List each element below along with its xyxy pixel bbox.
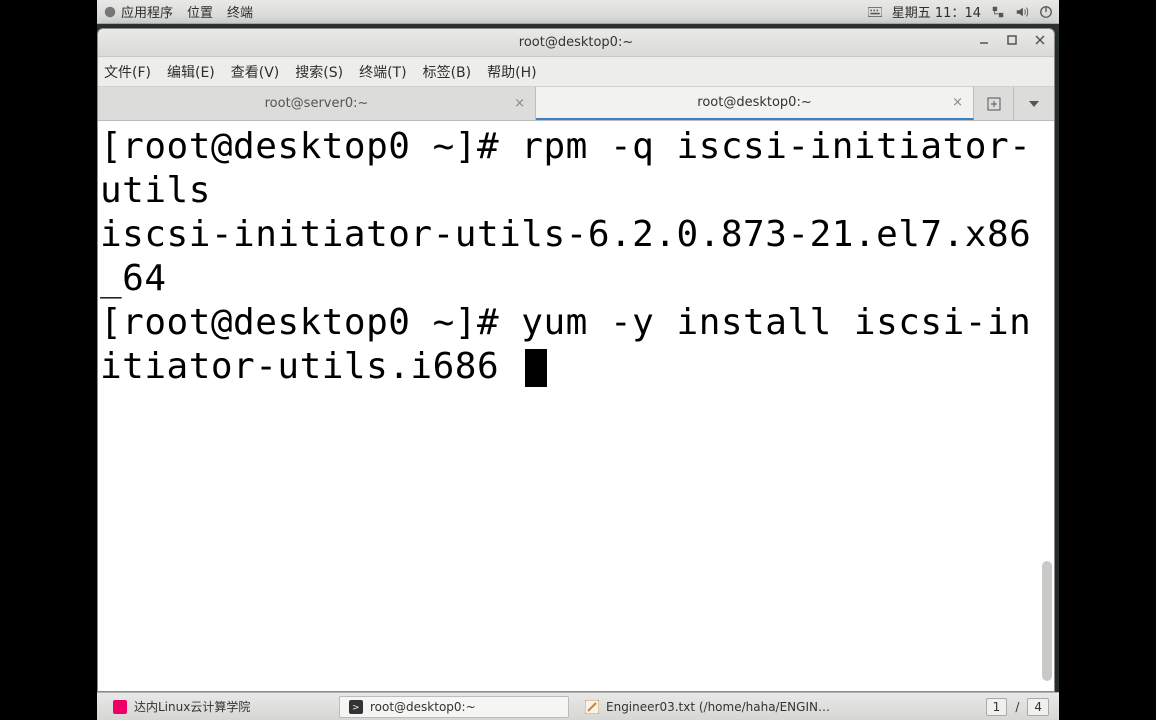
workspace-pager[interactable]: 1 / 4 [986,698,1053,716]
terminal-line: [root@desktop0 ~]# rpm -q iscsi-initiato… [100,125,1052,213]
menu-search[interactable]: 搜索(S) [295,62,343,82]
tab-dropdown-button[interactable] [1014,87,1054,120]
scrollbar-thumb[interactable] [1042,561,1052,681]
window-title: root@desktop0:~ [519,35,633,50]
bottom-taskbar: 达内Linux云计算学院 > root@desktop0:~ Engineer0… [97,692,1059,720]
power-icon[interactable] [1039,5,1053,19]
maximize-button[interactable] [1004,32,1020,48]
keyboard-icon[interactable] [868,5,882,19]
terminal-line: iscsi-initiator-utils-6.2.0.873-21.el7.x… [100,213,1052,301]
menu-edit[interactable]: 编辑(E) [167,62,215,82]
tab-close-icon[interactable]: × [514,96,525,111]
menu-file[interactable]: 文件(F) [104,62,151,82]
taskbar-item-label: Engineer03.txt (/home/haha/ENGIN… [606,700,830,714]
svg-text:>: > [352,703,360,713]
terminal-cursor [525,349,547,387]
text-editor-icon [584,699,600,715]
gnome-foot-icon [103,5,117,19]
tab-close-icon[interactable]: × [952,95,963,110]
terminal-icon: > [348,699,364,715]
places-menu[interactable]: 位置 [187,2,213,21]
volume-icon[interactable] [1015,5,1029,19]
tab-server0[interactable]: root@server0:~ × [98,87,536,120]
menubar: 文件(F) 编辑(E) 查看(V) 搜索(S) 终端(T) 标签(B) 帮助(H… [98,57,1054,87]
taskbar-item[interactable]: > root@desktop0:~ [339,696,569,718]
pager-total[interactable]: 4 [1027,698,1049,716]
taskbar-item[interactable]: Engineer03.txt (/home/haha/ENGIN… [575,696,839,718]
terminal-content[interactable]: [root@desktop0 ~]# rpm -q iscsi-initiato… [98,121,1054,691]
pager-current[interactable]: 1 [986,698,1008,716]
tab-label: root@desktop0:~ [697,95,811,110]
tab-desktop0[interactable]: root@desktop0:~ × [536,87,974,120]
taskbar-item-label: root@desktop0:~ [370,700,476,714]
tabbar: root@server0:~ × root@desktop0:~ × [98,87,1054,121]
tab-label: root@server0:~ [265,96,369,111]
menu-help[interactable]: 帮助(H) [487,62,536,82]
clock-label[interactable]: 星期五 11：14 [892,2,981,21]
top-panel: 应用程序 位置 终端 星期五 11：14 [97,0,1059,24]
terminal-line: [root@desktop0 ~]# yum -y install iscsi-… [100,301,1052,389]
minimize-button[interactable] [976,32,992,48]
vertical-scrollbar[interactable] [1042,131,1052,681]
taskbar-item[interactable]: 达内Linux云计算学院 [103,696,333,718]
terminal-window: root@desktop0:~ 文件(F) 编辑(E) 查看(V) 搜索(S) … [97,28,1055,692]
places-label: 位置 [187,2,213,21]
app-icon [112,699,128,715]
network-icon[interactable] [991,5,1005,19]
close-button[interactable] [1032,32,1048,48]
menu-terminal[interactable]: 终端(T) [359,62,406,82]
taskbar-item-label: 达内Linux云计算学院 [134,698,250,715]
new-tab-button[interactable] [974,87,1014,120]
titlebar[interactable]: root@desktop0:~ [98,29,1054,57]
pager-sep: / [1015,700,1019,714]
menu-tabs[interactable]: 标签(B) [423,62,472,82]
applications-menu[interactable]: 应用程序 [103,2,173,21]
desktop-root: 应用程序 位置 终端 星期五 11：14 [97,0,1059,720]
terminal-shortcut-label: 终端 [227,2,253,21]
applications-label: 应用程序 [121,2,173,21]
menu-view[interactable]: 查看(V) [231,62,280,82]
terminal-shortcut[interactable]: 终端 [227,2,253,21]
